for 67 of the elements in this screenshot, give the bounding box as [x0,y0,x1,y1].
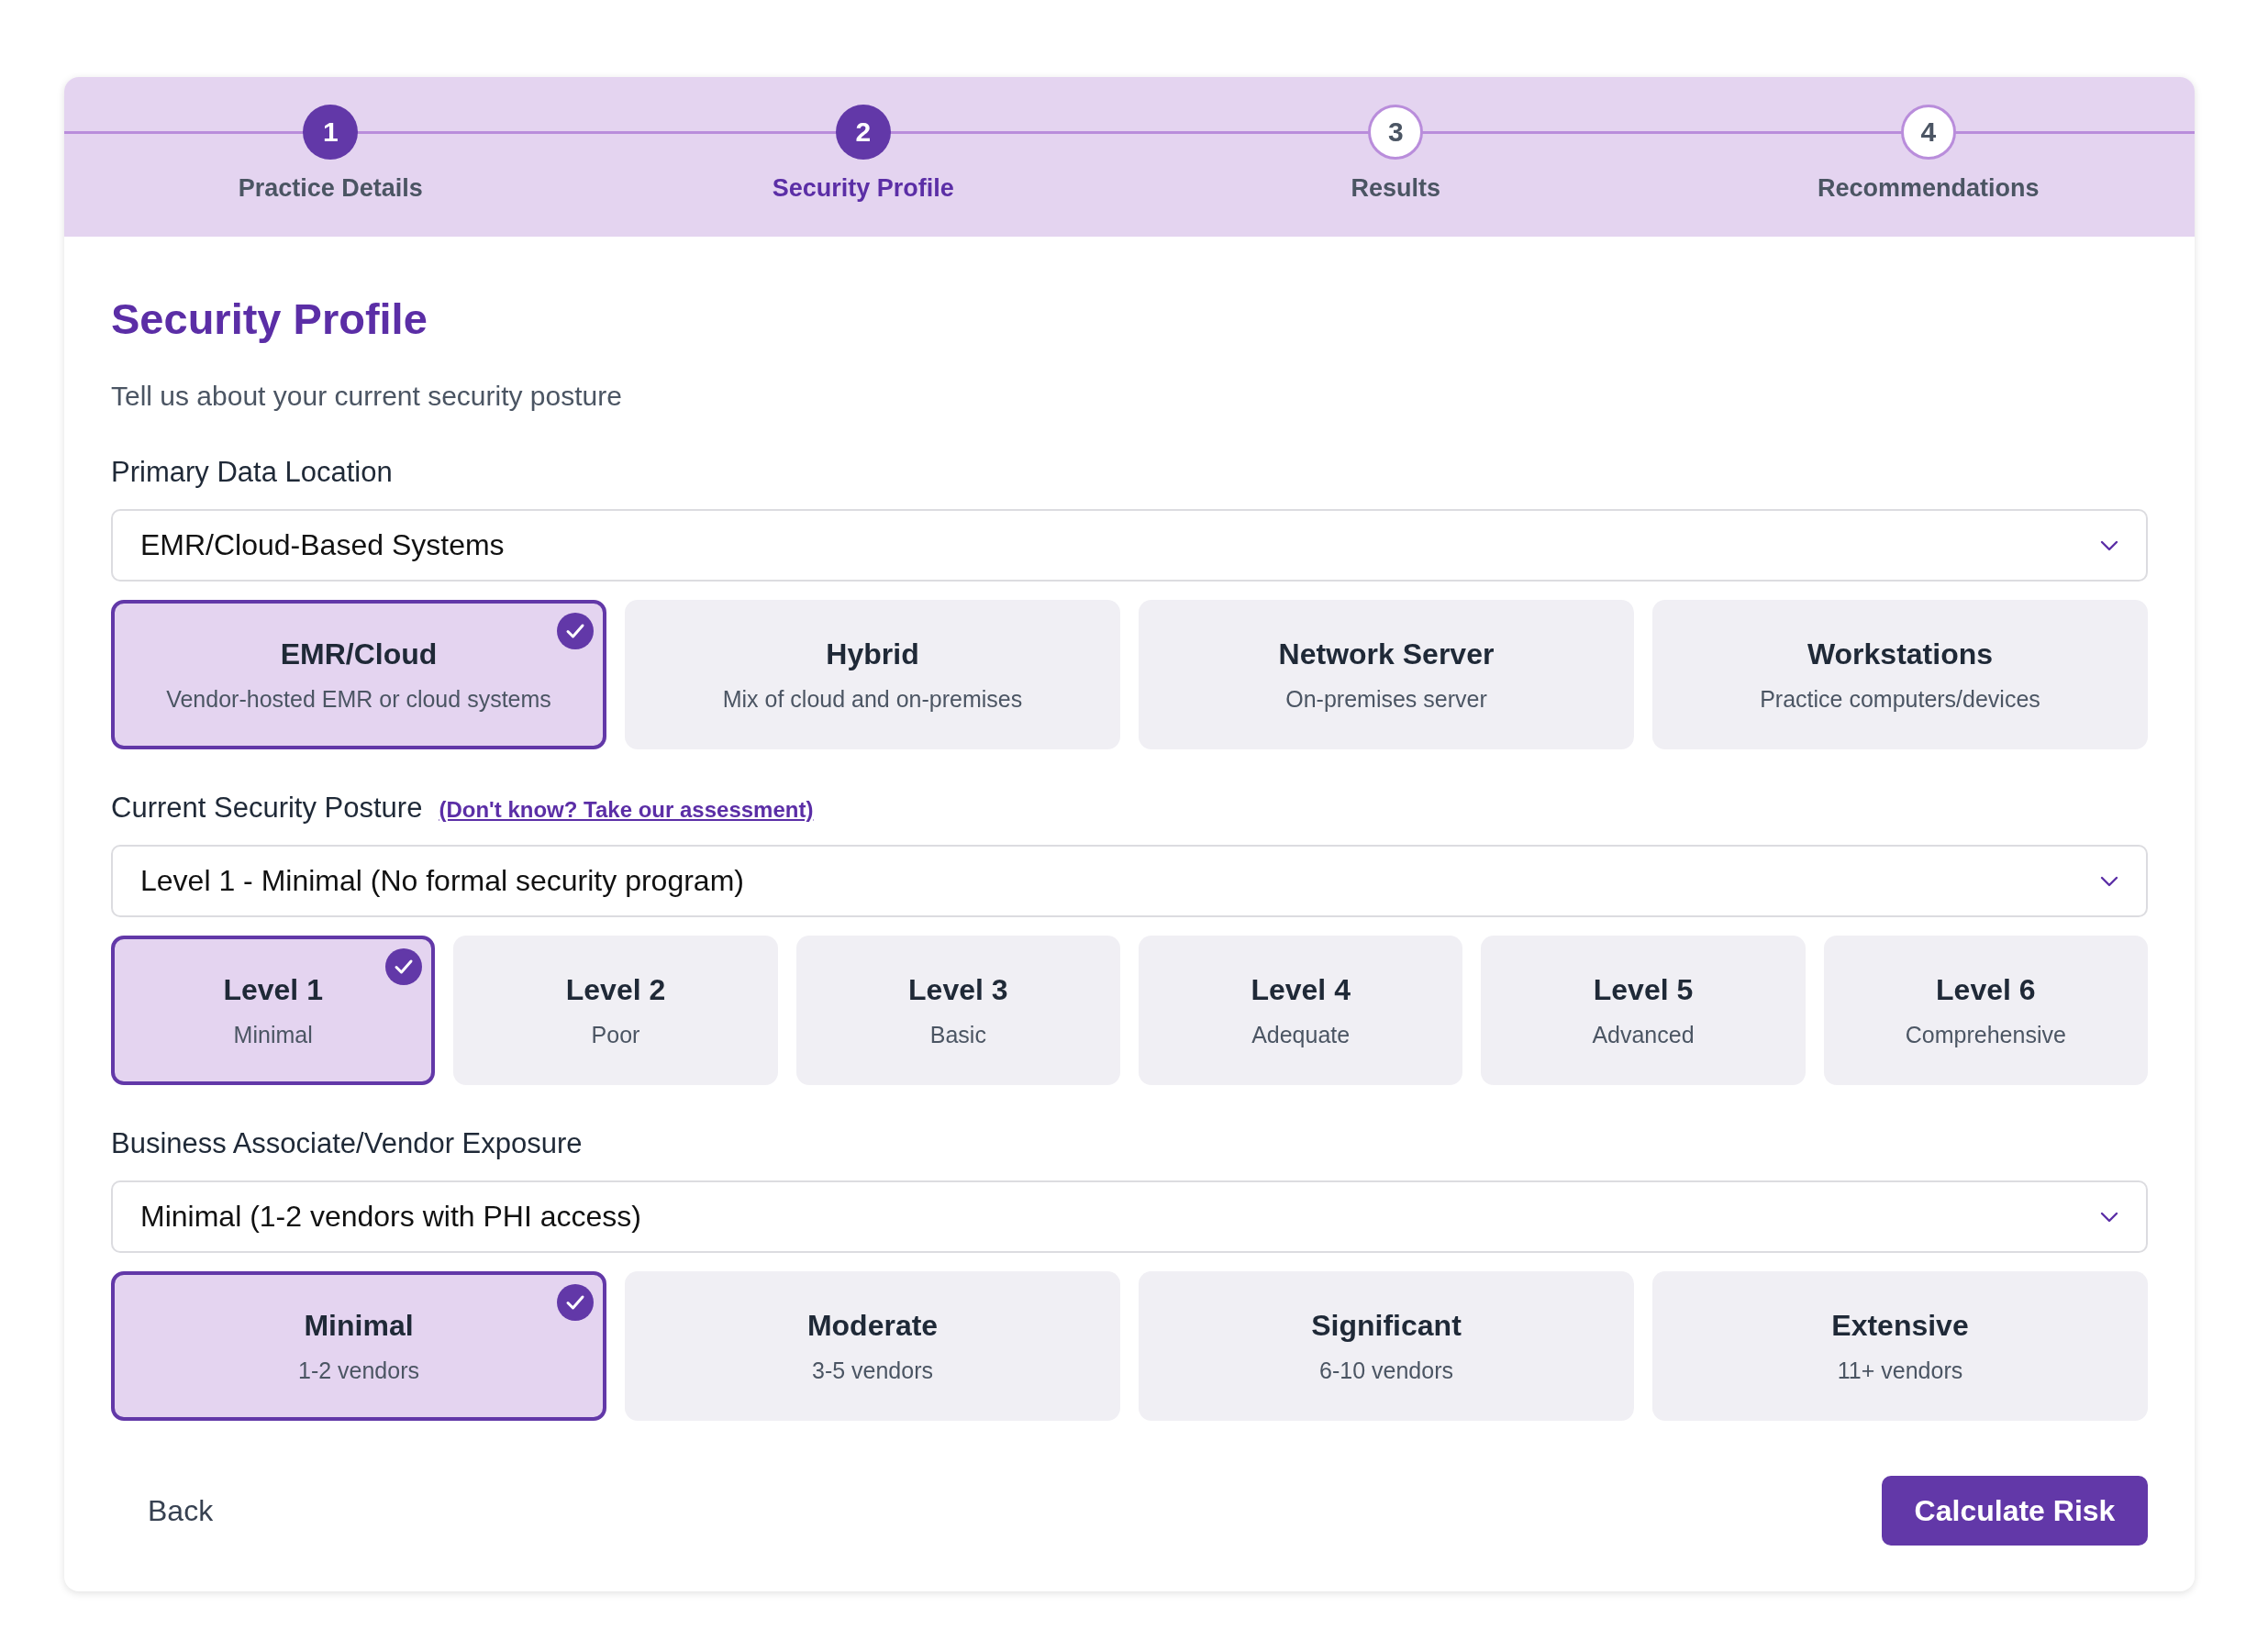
step-number[interactable]: 1 [303,105,359,160]
back-button[interactable]: Back [111,1479,250,1543]
option-title: Level 5 [1593,972,1694,1007]
option-description: 11+ vendors [1837,1357,1963,1384]
page-subtitle: Tell us about your current security posture [111,381,623,412]
option-description: On-premises server [1285,685,1487,713]
dropdown-field[interactable]: Level 1 - Minimal (No formal security program) [111,845,2148,917]
assessment-link[interactable]: (Don't know? Take our assessment) [439,797,814,823]
option-description: Basic [929,1021,986,1048]
dropdown-field[interactable]: EMR/Cloud-Based Systems [111,509,2148,582]
checkmark-icon [557,613,594,649]
option-description: Comprehensive [1905,1021,2066,1048]
option-description: 6-10 vendors [1319,1357,1453,1384]
option-title: Extensive [1831,1308,1969,1343]
option-description: Adequate [1251,1021,1351,1048]
step-number[interactable]: 4 [1900,105,1956,160]
option-card[interactable]: Network Server On-premises server [1139,600,1634,749]
option-title: Level 3 [908,972,1008,1007]
option-title: Workstations [1807,637,1994,671]
checkmark-icon [557,1284,594,1321]
chevron-down-icon [2100,1211,2118,1223]
option-title: Network Server [1278,637,1495,671]
option-card[interactable]: Hybrid Mix of cloud and on-premises [625,600,1120,749]
option-card[interactable]: Significant 6-10 vendors [1139,1271,1634,1421]
step-label[interactable]: Recommendations [1817,174,2040,203]
option-description: Advanced [1592,1021,1695,1048]
step-label[interactable]: Security Profile [772,174,954,203]
option-card[interactable]: Level 1 Minimal [111,936,436,1085]
dropdown-field[interactable]: Minimal (1-2 vendors with PHI access) [111,1180,2148,1253]
option-card[interactable]: Workstations Practice computers/devices [1652,600,2148,749]
option-title: Hybrid [826,637,919,671]
option-card[interactable]: Level 3 Basic [795,936,1120,1085]
option-description: Minimal [233,1021,313,1048]
step-number[interactable]: 2 [835,105,891,160]
option-card[interactable]: Extensive 11+ vendors [1652,1271,2148,1421]
page-title: Security Profile [111,294,428,344]
option-card[interactable]: Level 2 Poor [453,936,778,1085]
field-label: Business Associate/Vendor Exposure [111,1127,583,1160]
calculate-risk-button[interactable]: Calculate Risk [1882,1476,2148,1546]
option-description: Mix of cloud and on-premises [722,685,1023,713]
option-title: Level 1 [223,972,323,1007]
option-title: Level 4 [1251,972,1351,1007]
option-title: Moderate [806,1308,939,1343]
field-label: Primary Data Location [111,456,393,489]
chevron-down-icon [2100,539,2118,551]
option-description: 1-2 vendors [298,1357,419,1384]
option-card[interactable]: Moderate 3-5 vendors [625,1271,1120,1421]
option-title: Significant [1311,1308,1462,1343]
option-card[interactable]: EMR/Cloud Vendor-hosted EMR or cloud systems [111,600,606,749]
chevron-down-icon [2100,875,2118,887]
step-label[interactable]: Practice Details [238,174,423,203]
option-description: Practice computers/devices [1760,685,2040,713]
option-card[interactable]: Minimal 1-2 vendors [111,1271,606,1421]
option-title: Level 6 [1936,972,2036,1007]
step-label[interactable]: Results [1351,174,1440,203]
step-number[interactable]: 3 [1368,105,1424,160]
option-card[interactable]: Level 4 Adequate [1139,936,1463,1085]
option-title: EMR/Cloud [280,637,438,671]
field-label: Current Security Posture [111,792,423,825]
option-description: Vendor-hosted EMR or cloud systems [166,685,551,713]
option-card[interactable]: Level 6 Comprehensive [1823,936,2148,1085]
option-description: Poor [591,1021,640,1048]
option-title: Minimal [304,1308,414,1343]
option-card[interactable]: Level 5 Advanced [1481,936,1806,1085]
option-title: Level 2 [565,972,666,1007]
option-description: 3-5 vendors [812,1357,933,1384]
checkmark-icon [385,948,423,985]
